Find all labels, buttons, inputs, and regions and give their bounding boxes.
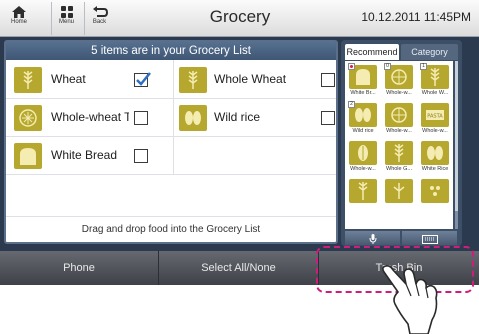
menu-grid-icon — [60, 6, 73, 18]
wheat-icon — [179, 67, 207, 93]
voice-input-button[interactable] — [345, 231, 400, 245]
row-divider — [6, 98, 336, 99]
corn-icon — [349, 141, 377, 165]
row-divider — [6, 174, 336, 175]
checkbox[interactable] — [321, 73, 335, 87]
tortilla-icon — [14, 105, 42, 131]
grocery-item-label: White Bread — [51, 148, 118, 162]
drag-drop-hint: Drag and drop food into the Grocery List — [81, 224, 261, 235]
grocery-item-label: Whole Wheat — [214, 72, 287, 86]
tab-bar: Recommend Category — [345, 44, 458, 60]
food-thumb[interactable]: PASTA Whole-w... — [418, 101, 452, 136]
wheat-icon — [349, 179, 377, 203]
scrollbar-thumb[interactable] — [455, 61, 458, 211]
tab-category[interactable]: Category — [401, 44, 458, 60]
wheat-icon — [14, 67, 42, 93]
home-icon — [12, 6, 26, 18]
food-thumb[interactable]: Whole G... — [382, 139, 416, 174]
home-button[interactable]: Home — [4, 2, 34, 35]
home-label: Home — [10, 19, 27, 25]
checkbox[interactable] — [134, 72, 151, 87]
count-badge: 2 — [348, 101, 355, 108]
pointing-hand-icon — [382, 265, 438, 334]
wheat-icon — [385, 141, 413, 165]
food-thumb-label: White Rice — [421, 166, 449, 172]
food-thumbnail-grid: White Br... 0 Whole-w... 1 Whole W... 2 … — [345, 61, 453, 229]
food-thumb[interactable]: White Br... — [346, 63, 380, 98]
grocery-item-whole-wheat[interactable]: Whole Wheat — [173, 62, 339, 98]
food-thumb-label: Whole-w... — [386, 90, 412, 96]
phone-button[interactable]: Phone — [0, 251, 158, 285]
grain-icon — [385, 179, 413, 203]
microphone-icon — [369, 234, 376, 244]
row-divider — [6, 136, 336, 137]
food-thumb[interactable]: 2 Wild rice — [346, 101, 380, 136]
food-thumb[interactable]: Whole-w... — [346, 139, 380, 174]
food-thumb[interactable] — [382, 177, 416, 212]
tab-recommend[interactable]: Recommend — [345, 44, 399, 60]
food-thumb-label: White Br... — [350, 90, 376, 96]
pasta-label: PASTA — [427, 114, 443, 120]
count-badge: 1 — [420, 63, 427, 70]
grocery-item-whole-wheat-tortilla[interactable]: Whole-wheat Tort — [6, 100, 172, 136]
food-thumb[interactable] — [418, 177, 452, 212]
grocery-item-white-bread[interactable]: White Bread — [6, 138, 172, 174]
keyboard-button[interactable] — [402, 231, 457, 245]
tortilla-icon — [385, 103, 413, 127]
grocery-item-label: Whole-wheat Tort — [51, 110, 129, 124]
new-badge — [348, 63, 355, 70]
checkbox[interactable] — [134, 149, 148, 163]
date-time: 10.12.2011 11:45PM — [361, 10, 471, 24]
food-thumb-label: Whole-w... — [386, 128, 412, 134]
seeds-icon — [421, 179, 449, 203]
grocery-list-panel: 5 items are in your Grocery List Wheat W… — [4, 40, 338, 244]
food-thumb-label: Whole G... — [386, 166, 412, 172]
bread-icon — [14, 143, 42, 169]
food-thumb[interactable]: Whole-w... — [382, 101, 416, 136]
row-divider — [6, 216, 336, 217]
checkbox[interactable] — [134, 111, 148, 125]
food-thumb-label: Whole-w... — [350, 166, 376, 172]
rice-icon — [179, 105, 207, 131]
grocery-item-wheat[interactable]: Wheat — [6, 62, 172, 98]
checkbox[interactable] — [321, 111, 335, 125]
food-thumb[interactable]: 1 Whole W... — [418, 63, 452, 98]
rice-icon — [421, 141, 449, 165]
page-title: Grocery — [209, 7, 271, 26]
top-bar: Home Menu Back Grocery 10.12.2011 11:45P… — [0, 0, 479, 37]
input-method-bar — [345, 231, 458, 245]
food-thumb[interactable]: 0 Whole-w... — [382, 63, 416, 98]
select-all-button[interactable]: Select All/None — [158, 251, 318, 285]
grocery-item-label: Wheat — [51, 72, 86, 86]
food-thumb[interactable] — [346, 177, 380, 212]
grocery-item-label: Wild rice — [214, 110, 261, 124]
menu-label: Menu — [58, 19, 74, 25]
food-thumb-label: Wild rice — [352, 128, 374, 134]
food-thumb-label: Whole-w... — [422, 128, 448, 134]
back-button[interactable]: Back — [84, 2, 114, 35]
keyboard-icon — [421, 235, 438, 244]
food-thumb[interactable]: White Rice — [418, 139, 452, 174]
back-label: Back — [92, 19, 107, 25]
grocery-item-wild-rice[interactable]: Wild rice — [173, 100, 339, 136]
grocery-list-header: 5 items are in your Grocery List — [6, 42, 336, 60]
checkmark-icon — [136, 72, 151, 86]
food-thumb-label: Whole W... — [421, 90, 449, 96]
back-arrow-icon — [92, 6, 108, 17]
menu-button[interactable]: Menu — [51, 2, 81, 35]
food-picker-panel: Recommend Category White Br... 0 Whole-w… — [341, 40, 462, 246]
pasta-icon: PASTA — [421, 103, 449, 127]
count-badge: 0 — [384, 63, 391, 70]
scrollbar[interactable] — [455, 61, 458, 229]
device-screen: Home Menu Back Grocery 10.12.2011 11:45P… — [0, 0, 479, 285]
